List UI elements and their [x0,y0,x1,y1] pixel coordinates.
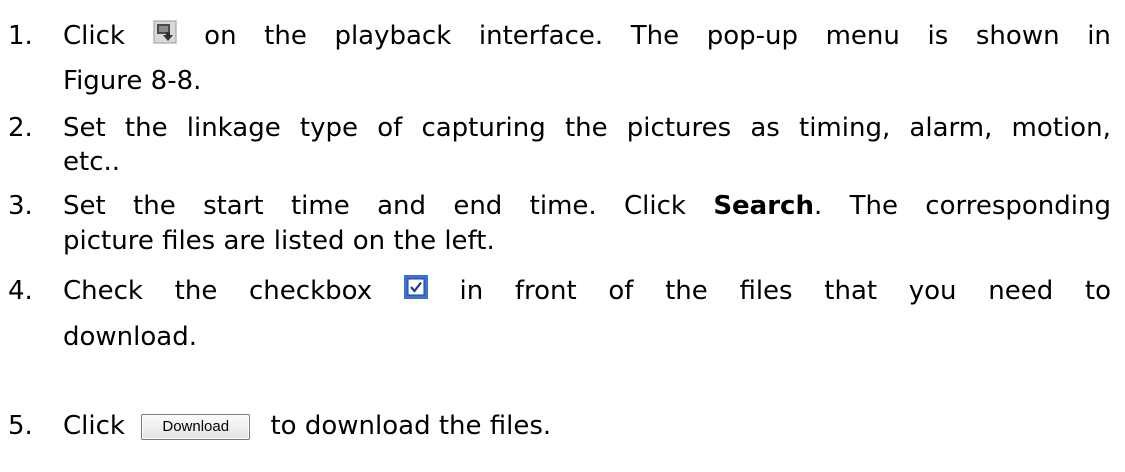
download-picture-icon [153,20,177,52]
step-number: 1. [8,21,33,51]
step-1-text: Click on the playback interface. The pop… [63,20,1111,52]
instruction-steps: 1. Click on the playback interface. The … [8,20,1111,441]
step-3-text: Set the start time and end time. Click S… [63,191,1111,221]
step-number: 3. [8,191,33,221]
download-button[interactable]: Download [141,413,251,440]
checkbox-checked-icon [403,275,428,307]
step-number: 4. [8,276,33,306]
step-4-text: Check the checkbox in front of the files… [63,275,1111,307]
step-number: 2. [8,113,33,143]
step-2-text: Set the linkage type of capturing the pi… [63,113,1111,143]
step-number: 5. [8,411,33,441]
step-5-text: Click Download to download the files. [63,411,552,441]
search-label: Search [713,191,814,221]
